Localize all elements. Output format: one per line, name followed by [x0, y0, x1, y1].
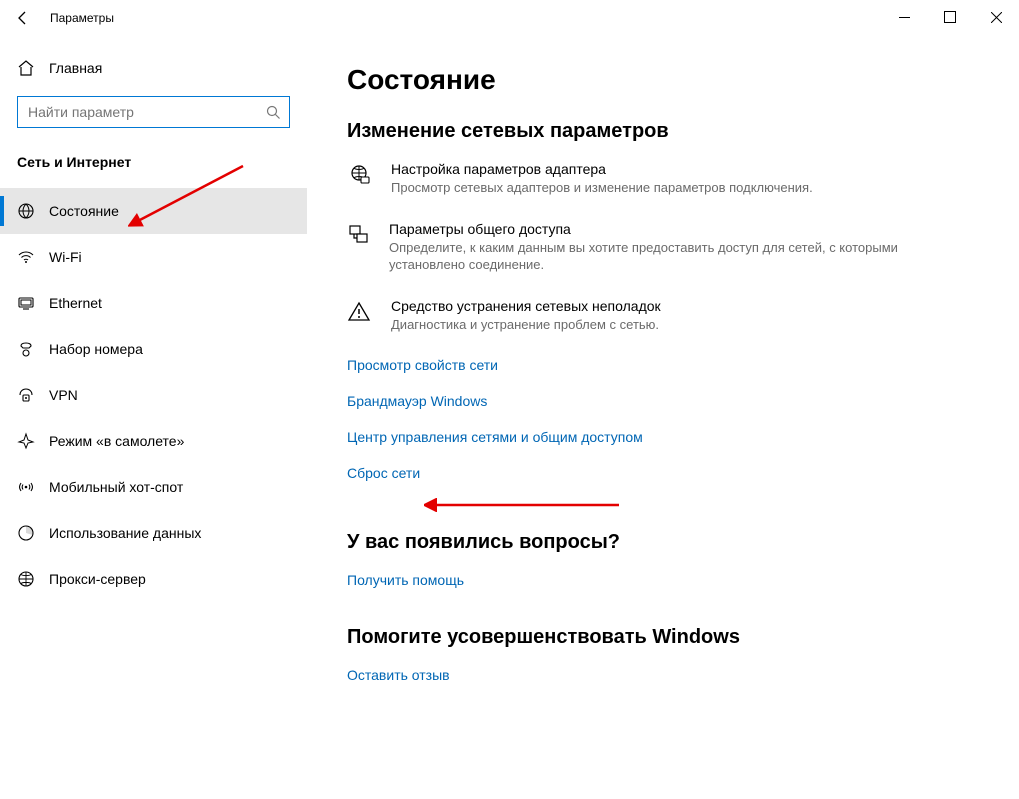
- setting-row-troubleshoot[interactable]: Средство устранения сетевых неполадок Ди…: [347, 298, 907, 334]
- sharing-icon: [347, 221, 371, 274]
- window-title: Параметры: [46, 11, 114, 25]
- setting-desc: Диагностика и устранение проблем с сетью…: [391, 316, 661, 334]
- sidebar-item-proxy[interactable]: Прокси-сервер: [0, 556, 307, 602]
- search-icon: [266, 105, 281, 120]
- sidebar-item-airplane[interactable]: Режим «в самолете»: [0, 418, 307, 464]
- home-icon: [17, 59, 35, 77]
- vpn-icon: [17, 386, 35, 404]
- search-box[interactable]: [17, 96, 290, 128]
- link-feedback[interactable]: Оставить отзыв: [347, 667, 979, 683]
- hotspot-icon: [17, 478, 35, 496]
- feedback-heading: Помогите усовершенствовать Windows: [347, 626, 979, 649]
- proxy-icon: [17, 570, 35, 588]
- sidebar-item-label: Прокси-сервер: [49, 571, 146, 587]
- warning-icon: [347, 298, 373, 334]
- sidebar: Главная Сеть и Интернет Состояние: [0, 36, 307, 799]
- globe-icon: [17, 202, 35, 220]
- home-link[interactable]: Главная: [0, 48, 307, 88]
- sidebar-item-status[interactable]: Состояние: [0, 188, 307, 234]
- setting-desc: Определите, к каким данным вы хотите пре…: [389, 239, 907, 274]
- main-content: Состояние Изменение сетевых параметров Н…: [307, 36, 1019, 799]
- sidebar-item-wifi[interactable]: Wi-Fi: [0, 234, 307, 280]
- wifi-icon: [17, 248, 35, 266]
- page-title: Состояние: [347, 64, 979, 96]
- sidebar-item-label: Использование данных: [49, 525, 201, 541]
- link-view-properties[interactable]: Просмотр свойств сети: [347, 357, 979, 373]
- sidebar-nav: Состояние Wi-Fi Ethernet Набор номера: [0, 178, 307, 602]
- sidebar-item-dialup[interactable]: Набор номера: [0, 326, 307, 372]
- sidebar-item-label: Мобильный хот-спот: [49, 479, 183, 495]
- setting-desc: Просмотр сетевых адаптеров и изменение п…: [391, 179, 813, 197]
- setting-row-sharing[interactable]: Параметры общего доступа Определите, к к…: [347, 221, 907, 274]
- datausage-icon: [17, 524, 35, 542]
- sidebar-item-label: Состояние: [49, 203, 119, 219]
- back-button[interactable]: [0, 0, 46, 36]
- setting-row-adapter[interactable]: Настройка параметров адаптера Просмотр с…: [347, 161, 907, 197]
- sidebar-item-ethernet[interactable]: Ethernet: [0, 280, 307, 326]
- link-network-reset[interactable]: Сброс сети: [347, 465, 979, 481]
- sidebar-item-label: Ethernet: [49, 295, 102, 311]
- section-heading: Изменение сетевых параметров: [347, 120, 979, 143]
- sidebar-section-title: Сеть и Интернет: [0, 128, 307, 178]
- link-firewall[interactable]: Брандмауэр Windows: [347, 393, 979, 409]
- help-heading: У вас появились вопросы?: [347, 531, 979, 554]
- window-close-button[interactable]: [973, 0, 1019, 34]
- window-minimize-button[interactable]: [881, 0, 927, 34]
- sidebar-item-label: Wi-Fi: [49, 249, 82, 265]
- dialup-icon: [17, 340, 35, 358]
- ethernet-icon: [17, 294, 35, 312]
- sidebar-item-label: Режим «в самолете»: [49, 433, 184, 449]
- setting-title: Параметры общего доступа: [389, 221, 907, 237]
- sidebar-item-datausage[interactable]: Использование данных: [0, 510, 307, 556]
- window-maximize-button[interactable]: [927, 0, 973, 34]
- airplane-icon: [17, 432, 35, 450]
- sidebar-item-label: VPN: [49, 387, 78, 403]
- setting-title: Средство устранения сетевых неполадок: [391, 298, 661, 314]
- setting-title: Настройка параметров адаптера: [391, 161, 813, 177]
- titlebar: Параметры: [0, 0, 1019, 36]
- link-get-help[interactable]: Получить помощь: [347, 572, 979, 588]
- link-sharing-center[interactable]: Центр управления сетями и общим доступом: [347, 429, 979, 445]
- sidebar-item-label: Набор номера: [49, 341, 143, 357]
- sidebar-item-vpn[interactable]: VPN: [0, 372, 307, 418]
- home-label: Главная: [49, 60, 102, 76]
- search-input[interactable]: [26, 103, 266, 121]
- adapter-icon: [347, 161, 373, 197]
- sidebar-item-hotspot[interactable]: Мобильный хот-спот: [0, 464, 307, 510]
